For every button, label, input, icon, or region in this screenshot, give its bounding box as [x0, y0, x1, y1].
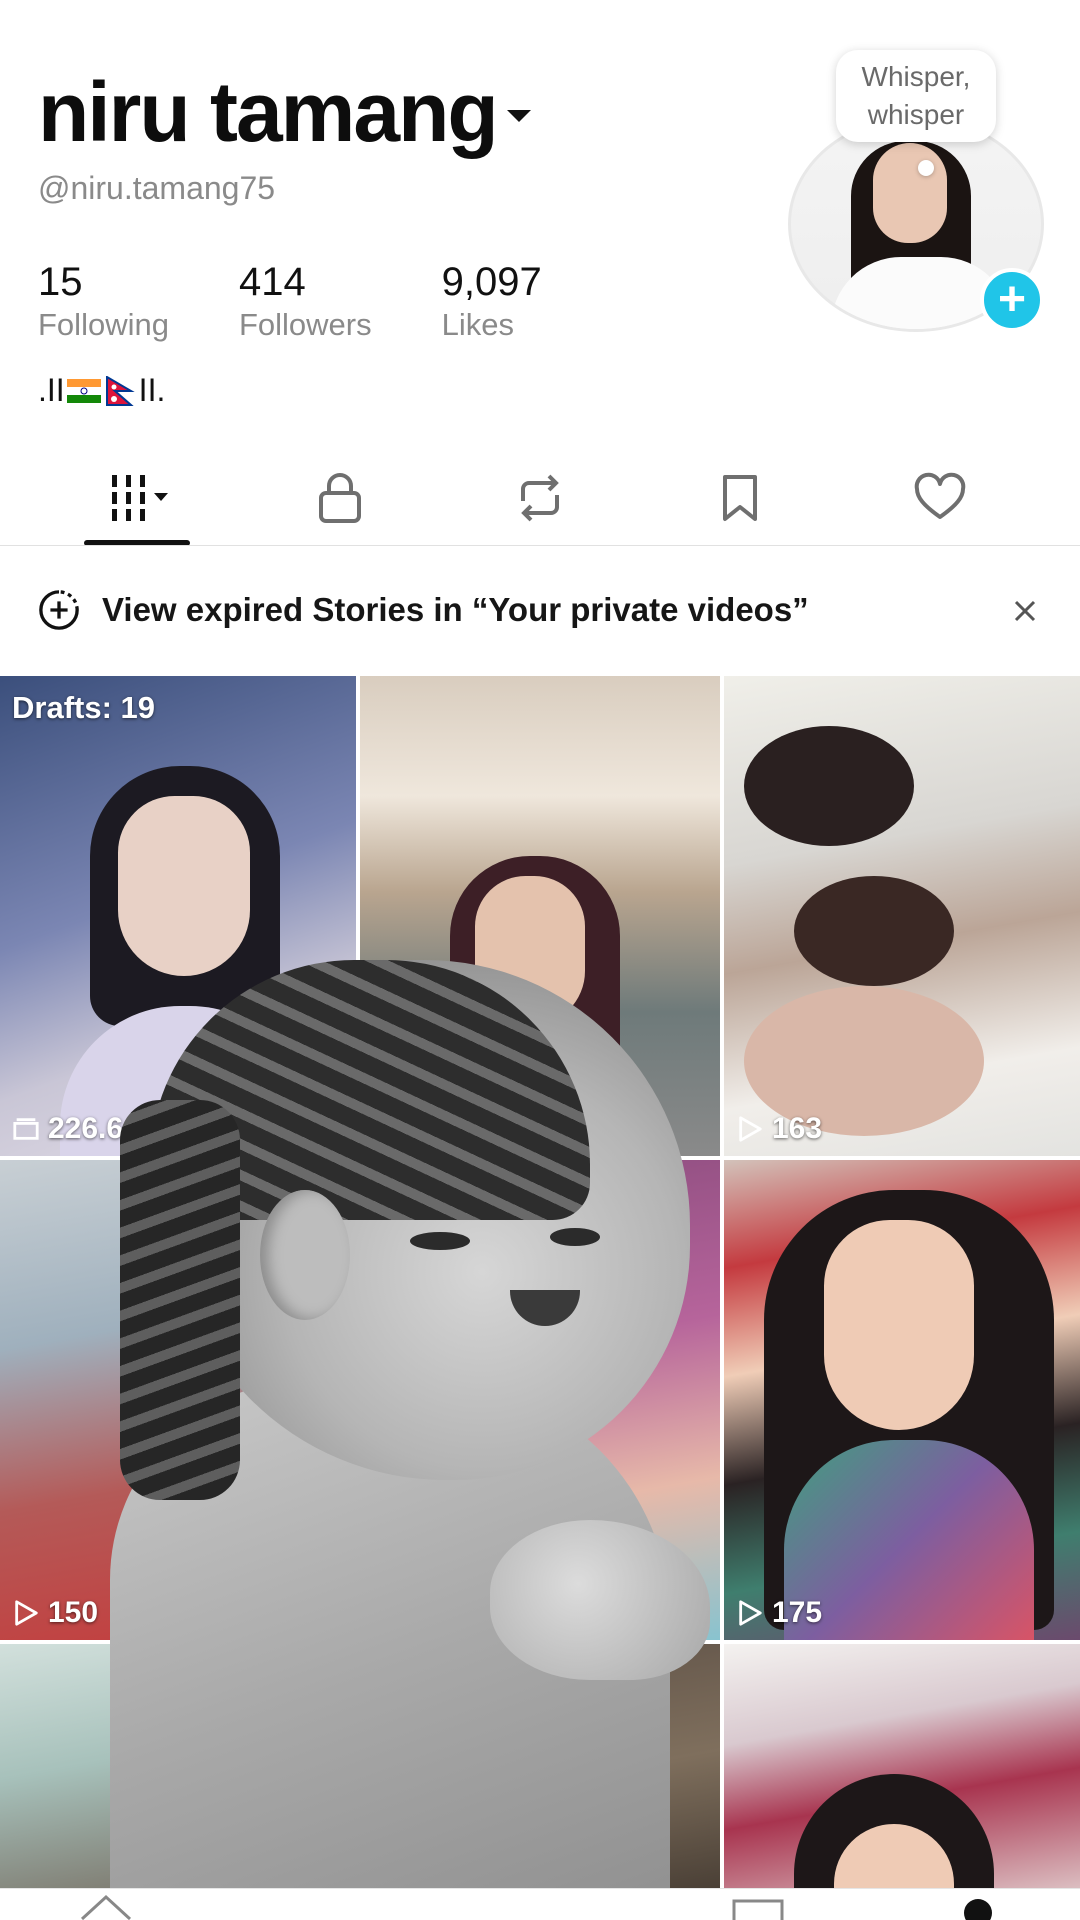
bubble-tail [918, 160, 934, 176]
lock-icon [319, 473, 361, 523]
notice-text: View expired Stories in “Your private vi… [102, 591, 809, 628]
stat-followers-value: 414 [238, 260, 306, 304]
bookmark-icon [723, 475, 757, 521]
stat-following-value: 15 [38, 260, 83, 304]
home-icon[interactable] [76, 1893, 136, 1920]
account-switch-caret-icon[interactable] [506, 110, 531, 122]
tab-reposts[interactable] [485, 450, 595, 546]
india-flag-icon [66, 378, 101, 403]
avatar-note-line2: whisper [867, 99, 965, 130]
heart-icon [914, 472, 966, 519]
stat-followers-label: Followers [238, 307, 372, 342]
profile-name-row[interactable]: niru tamang [38, 62, 531, 162]
tab-liked[interactable] [885, 450, 995, 546]
baby-sticker-overlay [110, 960, 790, 1920]
tab-videos[interactable] [85, 450, 195, 546]
tab-private[interactable] [285, 450, 395, 546]
tile-views-value: 150 [48, 1596, 99, 1629]
expired-stories-notice[interactable]: View expired Stories in “Your private vi… [0, 580, 1080, 640]
profile-bio: .II II. [38, 372, 165, 409]
profile-handle: @niru.tamang75 [38, 170, 276, 206]
stat-likes-value: 9,097 [441, 260, 542, 304]
profile-icon[interactable] [948, 1893, 1008, 1920]
drafts-label: Drafts: 19 [12, 690, 155, 725]
tile-views: 150 [12, 1596, 98, 1630]
stat-likes-label: Likes [441, 307, 514, 342]
stat-followers[interactable]: 414 Followers [239, 258, 372, 344]
repost-icon [521, 474, 559, 522]
close-icon[interactable] [1008, 594, 1042, 628]
stat-likes[interactable]: 9,097 Likes [442, 258, 542, 344]
avatar-note-line1: Whisper, [861, 61, 971, 92]
profile-stats: 15 Following 414 Followers 9,097 Likes [38, 258, 612, 344]
stat-following[interactable]: 15 Following [38, 258, 169, 344]
tile-views: 226.6 [12, 1112, 123, 1146]
avatar-note-bubble[interactable]: Whisper, whisper [836, 50, 996, 142]
tabs-divider [0, 545, 1080, 546]
play-icon [15, 1600, 38, 1626]
inbox-icon[interactable] [728, 1893, 788, 1920]
profile-name: niru tamang [38, 65, 499, 159]
videos-grid-icon [112, 475, 168, 521]
plus-icon: + [997, 273, 1027, 326]
nepal-flag-icon [105, 375, 135, 406]
profile-tabs [0, 450, 1080, 546]
tab-saved[interactable] [685, 450, 795, 546]
add-story-button[interactable]: + [980, 268, 1044, 332]
archive-icon [13, 1118, 39, 1140]
bio-prefix: .II [38, 372, 65, 408]
bio-suffix: II. [138, 372, 166, 408]
story-plus-icon [39, 590, 79, 630]
stat-following-label: Following [38, 307, 169, 342]
bottom-nav [0, 1888, 1080, 1920]
